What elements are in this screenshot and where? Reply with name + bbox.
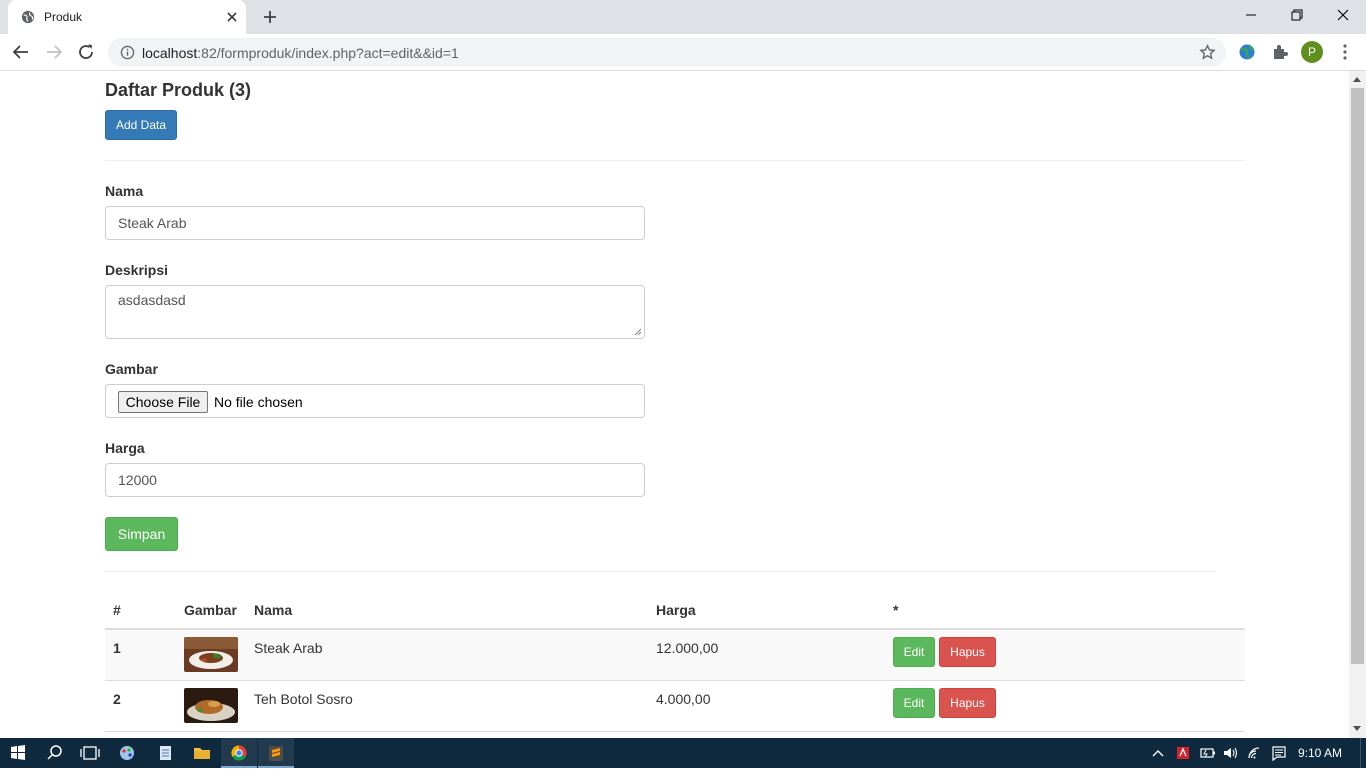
column-header-nama: Nama [254,602,293,618]
tab-title: Produk [44,10,83,24]
close-tab-icon[interactable] [224,9,240,25]
choose-file-button[interactable]: Choose File [118,391,208,413]
deskripsi-label: Deskripsi [105,262,169,278]
column-header-number: # [113,602,121,618]
hapus-button[interactable]: Hapus [939,688,996,718]
table-row: 2 Teh Botol Sosro 4.000,00 Edit Hapus [105,681,1245,732]
edit-button[interactable]: Edit [893,637,935,667]
browser-menu-icon[interactable] [1336,43,1354,61]
hapus-button[interactable]: Hapus [939,637,996,667]
gambar-file-input[interactable]: Choose File No file chosen [105,384,645,418]
product-price: 4.000,00 [656,691,711,707]
info-icon[interactable] [120,45,135,60]
page-viewport: Daftar Produk (3) Add Data Nama Steak Ar… [0,71,1349,738]
back-arrow-icon[interactable] [12,43,30,61]
browser-toolbar: localhost:82/formproduk/index.php?act=ed… [0,34,1366,71]
divider [105,571,1215,572]
harga-input[interactable]: 12000 [105,463,645,497]
resize-grip-icon[interactable] [634,328,642,336]
row-number: 2 [113,691,121,707]
file-status: No file chosen [214,394,303,410]
deskripsi-textarea[interactable]: asdasdasd [105,285,645,339]
windows-start-icon[interactable] [0,738,36,768]
product-price: 12.000,00 [656,640,719,656]
add-data-button[interactable]: Add Data [105,110,177,140]
edit-button[interactable]: Edit [893,688,935,718]
steak-photo-image [184,637,238,672]
forward-arrow-icon[interactable] [45,43,63,61]
sublime-text-taskbar-button[interactable] [258,738,294,768]
file-explorer-icon[interactable] [184,738,220,768]
scroll-down-arrow-icon[interactable] [1353,726,1361,731]
column-header-actions: * [893,602,899,618]
column-header-gambar: Gambar [184,602,237,618]
profile-avatar[interactable]: P [1301,41,1323,63]
divider [105,160,1245,161]
extension-globe-icon[interactable] [1238,43,1256,61]
product-name: Steak Arab [254,640,323,656]
reload-icon[interactable] [77,43,95,61]
address-bar[interactable]: localhost:82/formproduk/index.php?act=ed… [108,38,1226,67]
scroll-up-arrow-icon[interactable] [1353,77,1361,82]
restore-icon[interactable] [1287,6,1307,24]
column-header-harga: Harga [656,602,696,618]
product-name: Teh Botol Sosro [254,691,353,707]
new-tab-icon[interactable] [262,9,278,25]
extensions-puzzle-icon[interactable] [1271,43,1289,61]
notepad-icon[interactable] [147,738,183,768]
page-title: Daftar Produk (3) [105,80,252,100]
product-thumbnail [184,637,238,672]
url-text: localhost:82/formproduk/index.php?act=ed… [142,45,459,61]
food-photo-image [184,688,238,723]
chrome-taskbar-button[interactable] [221,738,257,768]
show-desktop-button[interactable] [1360,738,1366,768]
page-scrollbar[interactable] [1349,71,1366,738]
url-path: :82/formproduk/index.php?act=edit&&id=1 [197,45,459,61]
simpan-button[interactable]: Simpan [105,517,178,551]
paint-app-icon[interactable] [109,738,145,768]
harga-label: Harga [105,440,145,456]
deskripsi-value: asdasdasd [118,292,186,308]
minimize-icon[interactable] [1241,6,1261,24]
row-number: 1 [113,640,121,656]
gambar-label: Gambar [105,361,158,377]
table-row: 1 Steak Arab 12.000,00 Edit Hapus [105,630,1245,681]
taskbar-clock[interactable]: 9:10 AM [1298,746,1342,760]
close-window-icon[interactable] [1333,6,1353,24]
sublime-text-icon [269,746,283,761]
url-host: localhost [142,45,198,61]
scroll-thumb[interactable] [1351,88,1364,664]
nama-label: Nama [105,183,144,199]
windows-taskbar: 9:10 AM [0,738,1366,768]
nama-input[interactable]: Steak Arab [105,206,645,240]
task-view-icon[interactable] [72,738,108,768]
notification-icon[interactable] [1261,738,1297,768]
globe-icon [21,10,35,24]
search-icon[interactable] [37,738,73,768]
chrome-icon [231,745,247,761]
browser-tabstrip: Produk [0,0,1366,34]
bookmark-star-icon[interactable] [1199,44,1216,61]
browser-tab-produk[interactable]: Produk [8,0,246,34]
product-thumbnail [184,688,238,723]
